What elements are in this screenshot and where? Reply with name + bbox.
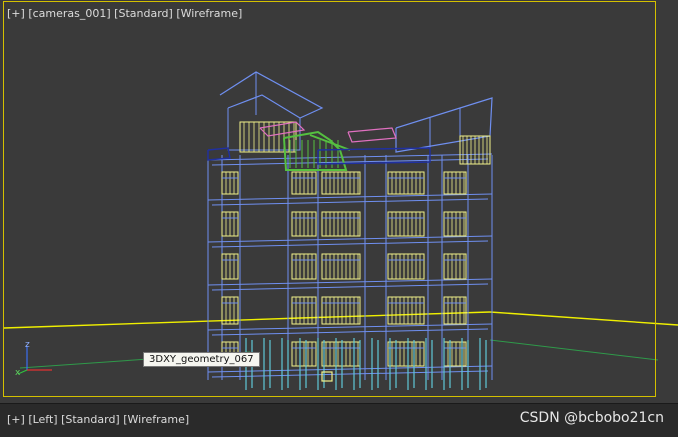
viewport-label-bottom: [+] [Left] [Standard] [Wireframe] — [7, 413, 189, 426]
active-viewport-frame — [3, 1, 656, 397]
viewport-shading-label[interactable]: [Standard] — [114, 7, 173, 20]
viewport-bottom-mode-label[interactable]: [Wireframe] — [123, 413, 189, 426]
viewport-camera-label[interactable]: [cameras_001] — [28, 7, 110, 20]
viewport-label-top: [+] [cameras_001] [Standard] [Wireframe] — [7, 7, 242, 20]
viewport-bottom-shading-label[interactable]: [Standard] — [61, 413, 120, 426]
viewport-view-label[interactable]: [Left] — [28, 413, 57, 426]
object-tooltip: 3DXY_geometry_067 — [143, 352, 260, 367]
watermark-text: CSDN @bcbobo21cn — [519, 410, 664, 426]
viewport-mode-label[interactable]: [Wireframe] — [176, 7, 242, 20]
viewport-top[interactable]: z x [+] [cameras_001] [Standard] [Wirefr… — [0, 0, 678, 403]
viewport-menu-plus[interactable]: [+] — [7, 7, 25, 20]
viewport-bottom-plus[interactable]: [+] — [7, 413, 25, 426]
